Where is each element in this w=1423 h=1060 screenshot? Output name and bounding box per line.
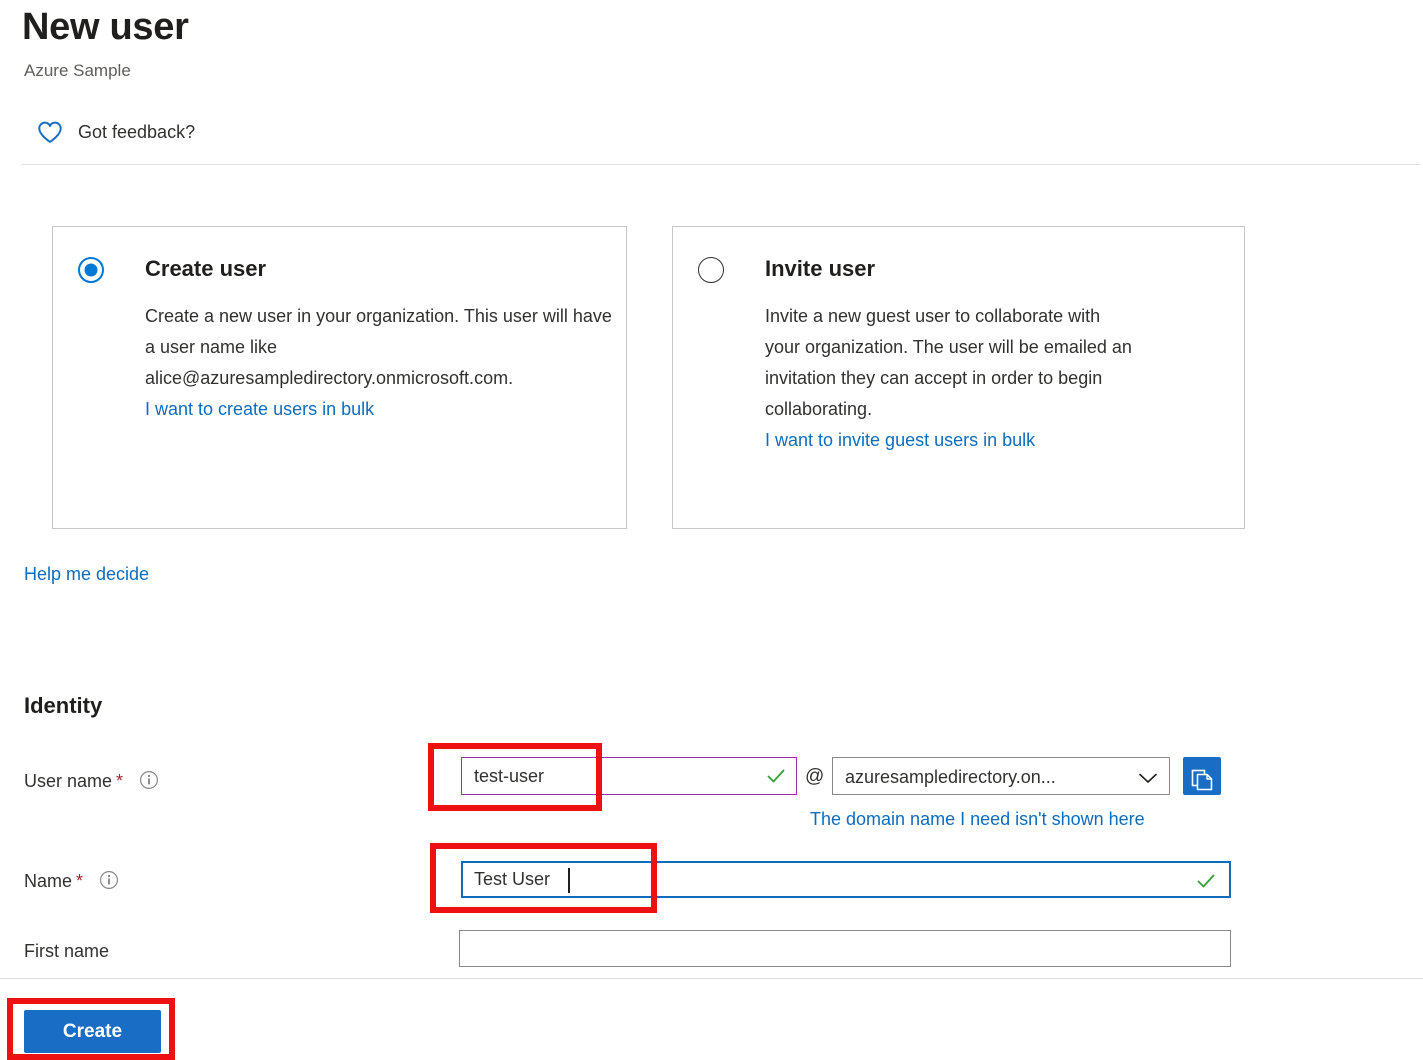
option-card-create-user-description-text: Create a new user in your organization. … (145, 306, 612, 388)
page-title: New user (22, 2, 189, 52)
option-card-invite-user-description: Invite a new guest user to collaborate w… (765, 301, 1135, 456)
option-card-invite-user-title: Invite user (765, 254, 875, 284)
text-caret (568, 868, 570, 893)
domain-name-not-shown-link[interactable]: The domain name I need isn't shown here (810, 806, 1145, 832)
create-button[interactable]: Create (24, 1010, 161, 1053)
green-check-icon (1195, 870, 1217, 892)
info-icon[interactable] (139, 770, 159, 797)
radio-invite-user[interactable] (698, 257, 724, 283)
create-users-in-bulk-link[interactable]: I want to create users in bulk (145, 394, 617, 425)
name-required-marker: * (76, 871, 83, 891)
radio-create-user[interactable] (78, 257, 104, 283)
user-name-label: User name* (24, 768, 159, 797)
header-divider (22, 164, 1420, 165)
domain-select-value: azuresampledirectory.on... (845, 765, 1056, 789)
footer-divider (0, 978, 1423, 979)
option-card-invite-user-description-text: Invite a new guest user to collaborate w… (765, 306, 1132, 419)
user-name-label-text: User name (24, 771, 112, 791)
got-feedback-button[interactable]: Got feedback? (36, 118, 195, 146)
name-input-wrapper[interactable] (461, 861, 1231, 898)
first-name-input[interactable] (459, 930, 1231, 967)
radio-create-user-dot (85, 264, 98, 277)
chevron-down-icon (1139, 771, 1157, 782)
option-card-create-user[interactable]: Create user Create a new user in your or… (52, 226, 627, 529)
heart-icon (36, 118, 64, 146)
green-check-icon (765, 765, 787, 787)
page-subtitle: Azure Sample (24, 59, 131, 83)
copy-button[interactable] (1183, 757, 1221, 795)
help-me-decide-link[interactable]: Help me decide (24, 561, 149, 587)
at-symbol: @ (805, 766, 824, 788)
option-card-invite-user[interactable]: Invite user Invite a new guest user to c… (672, 226, 1245, 529)
invite-guest-users-in-bulk-link[interactable]: I want to invite guest users in bulk (765, 425, 1135, 456)
info-icon[interactable] (99, 870, 119, 897)
first-name-label: First name (24, 938, 109, 964)
name-label-text: Name (24, 871, 72, 891)
got-feedback-label: Got feedback? (78, 120, 195, 144)
domain-select[interactable]: azuresampledirectory.on... (832, 757, 1170, 795)
user-name-input[interactable] (461, 757, 797, 795)
identity-section-heading: Identity (24, 691, 102, 721)
name-input[interactable] (463, 863, 1229, 896)
option-card-create-user-title: Create user (145, 254, 266, 284)
copy-icon (1183, 768, 1221, 792)
user-name-required-marker: * (116, 771, 123, 791)
name-label: Name* (24, 868, 119, 897)
option-card-create-user-description: Create a new user in your organization. … (145, 301, 617, 425)
